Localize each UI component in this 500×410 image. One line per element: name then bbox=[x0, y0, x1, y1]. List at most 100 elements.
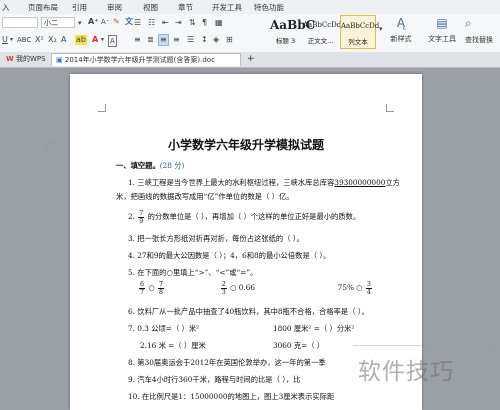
subscript-icon[interactable]: X₂ bbox=[48, 35, 57, 45]
question-5-items: 67 ○ 78 23 ○ 0.66 75% ○ 34 bbox=[138, 279, 373, 297]
menu-item-insert[interactable]: 入 bbox=[2, 2, 10, 13]
style-body-text[interactable]: AaBbCcDd 正文文... bbox=[303, 15, 341, 49]
align-right-icon[interactable]: ≡ bbox=[173, 35, 180, 45]
section-score: (28 分) bbox=[159, 161, 185, 170]
section-heading: 一、填空题。(28 分) bbox=[116, 161, 184, 171]
navigation-icon[interactable]: ▤ bbox=[44, 139, 52, 148]
menu-item-special-features[interactable]: 特色功能 bbox=[254, 2, 284, 13]
pinyin-icon[interactable]: 文 bbox=[125, 17, 133, 27]
highlight-icon[interactable]: ab bbox=[75, 35, 87, 45]
fraction-denominator: 9 bbox=[139, 217, 144, 225]
new-style-label: 新样式 bbox=[390, 35, 412, 43]
compare-circle: ○ bbox=[356, 283, 363, 292]
fraction-numerator: 7 bbox=[138, 209, 145, 218]
question-10: 10. 在比例尺是1：15000000的地图上，图上3厘米表示实际距 bbox=[128, 392, 335, 401]
watermark-divider bbox=[353, 345, 495, 346]
sort-icon[interactable]: ⇅ bbox=[189, 18, 196, 28]
question-7d: 3060 克=（ ） bbox=[273, 341, 325, 350]
navigation-dropdown-icon[interactable]: ▾ bbox=[54, 140, 57, 147]
question-1-line-2: 米，把画线的数据改写成用“亿”作单位的数是（ ）亿。 bbox=[116, 192, 294, 201]
question-2: 2. 79 的分数单位是（ ），再增加（ ）个这样的单位正好是最小的质数。 bbox=[128, 209, 360, 225]
style-sample: AaBbC bbox=[270, 18, 316, 32]
text-tools-label: 文字工具 bbox=[428, 35, 456, 43]
text-tools-button[interactable]: ▤ 文字工具 bbox=[424, 16, 460, 44]
style-caption: 标题 3 bbox=[275, 37, 296, 45]
fraction-numerator: 7 bbox=[158, 280, 165, 289]
new-style-button[interactable]: Ą 新样式 bbox=[386, 16, 416, 44]
bullets-icon[interactable]: ☰ bbox=[134, 18, 141, 28]
margin-mark bbox=[386, 104, 394, 112]
menu-item-section[interactable]: 章节 bbox=[178, 2, 193, 13]
style-list-text[interactable]: AaBbCcDd 列文本 bbox=[340, 15, 380, 49]
menu-item-references[interactable]: 引用 bbox=[72, 2, 87, 13]
strikethrough-icon[interactable]: ABC bbox=[17, 35, 31, 45]
align-center-icon[interactable]: ≣ bbox=[147, 35, 154, 45]
shrink-font-icon[interactable]: A⁻ bbox=[101, 17, 109, 27]
tab-label: 我的WPS bbox=[15, 55, 46, 63]
compare-item-3: 75% ○ 34 bbox=[338, 281, 373, 296]
new-tab-icon[interactable]: + bbox=[247, 54, 255, 64]
style-heading3[interactable]: AaBbC 标题 3 bbox=[270, 15, 316, 49]
decrease-indent-icon[interactable]: ⇤ bbox=[162, 18, 169, 28]
style-caption: 正文文... bbox=[307, 37, 334, 45]
menu-item-view[interactable]: 视图 bbox=[143, 2, 158, 13]
font-name-select[interactable] bbox=[2, 17, 38, 28]
font-effects-icon[interactable]: A bbox=[61, 35, 66, 45]
superscript-icon[interactable]: X² bbox=[35, 35, 44, 45]
compare-value: 0.66 bbox=[238, 283, 256, 292]
question-5: 5. 在下面的○里填上“>”、“<”或“=”。 bbox=[128, 268, 258, 277]
menu-item-developer-tools[interactable]: 开发工具 bbox=[212, 2, 242, 13]
fraction-denominator: 8 bbox=[159, 288, 164, 296]
font-size-select[interactable]: 小二 bbox=[41, 17, 75, 28]
tab-label: 2014年小学数学六年级升学测试题(含答案).doc bbox=[64, 56, 215, 64]
align-left-icon[interactable]: ≡ bbox=[134, 35, 141, 45]
q1-text-end: 立方 bbox=[385, 178, 400, 187]
question-7c: 2.16 米 =（ ）厘米 bbox=[140, 341, 206, 350]
grow-font-icon[interactable]: A⁺ bbox=[88, 17, 98, 27]
tab-document[interactable]: ▣ 2014年小学数学六年级升学测试题(含答案).doc bbox=[51, 53, 241, 66]
font-color-icon[interactable]: A bbox=[92, 35, 98, 45]
style-sample: AaBbCcDd bbox=[341, 22, 380, 30]
find-replace-button[interactable]: ⌕ 查找替换 bbox=[465, 16, 500, 45]
compare-item-2: 23 ○ 0.66 bbox=[220, 281, 258, 296]
wps-logo-icon: W bbox=[6, 55, 14, 63]
fraction-numerator: 6 bbox=[139, 280, 146, 289]
new-style-icon: Ą bbox=[396, 16, 406, 30]
menu-item-page-layout[interactable]: 页面布局 bbox=[28, 2, 58, 13]
question-7a: 7. 0.3 公顷=（ ）米² bbox=[128, 324, 200, 333]
line-spacing-icon[interactable]: ↕ bbox=[201, 35, 208, 45]
borders-icon[interactable]: ⊞ bbox=[226, 35, 233, 45]
q1-text: 1. 三峡工程是当今世界上最大的水利枢纽过程，三峡水库总库容 bbox=[128, 178, 335, 187]
menu-item-review[interactable]: 审阅 bbox=[107, 2, 122, 13]
underline-icon[interactable]: U bbox=[2, 35, 8, 45]
align-justify-icon[interactable]: ≡ bbox=[158, 34, 169, 46]
underline-dropdown-icon[interactable]: ▾ bbox=[10, 35, 13, 45]
compare-circle: ○ bbox=[148, 283, 155, 292]
tab-my-wps[interactable]: W 我的WPS bbox=[2, 53, 50, 66]
distributed-icon[interactable]: ☰ bbox=[187, 35, 194, 45]
compare-circle: ○ bbox=[230, 283, 237, 292]
styles-expand-icon[interactable]: ▾ bbox=[379, 24, 383, 34]
numbering-icon[interactable]: ☷ bbox=[148, 18, 155, 28]
fraction: 34 bbox=[365, 281, 372, 296]
fraction-denominator: 3 bbox=[221, 288, 226, 296]
table-icon[interactable]: ▦ bbox=[215, 18, 223, 28]
text-tools-icon: ▤ bbox=[436, 16, 448, 30]
fraction: 67 bbox=[139, 280, 146, 296]
section-heading-text: 一、填空题。 bbox=[116, 161, 160, 170]
question-8: 8. 第30届奥运会于2012年在英国伦敦举办，这一年的第一季 bbox=[128, 358, 326, 367]
font-size-dropdown-icon[interactable]: ▾ bbox=[78, 18, 82, 28]
compare-item-1: 67 ○ 78 bbox=[138, 280, 167, 296]
font-color-dropdown-icon[interactable]: ▾ bbox=[101, 35, 104, 45]
document-title: 小学数学六年级升学模拟试题 bbox=[167, 138, 324, 152]
watermark: 软件技巧 bbox=[358, 359, 454, 385]
show-marks-icon[interactable]: ¶ bbox=[202, 18, 207, 28]
fraction-denominator: 7 bbox=[140, 288, 145, 296]
clear-format-icon[interactable]: ✎ bbox=[113, 17, 120, 27]
fraction: 79 bbox=[138, 209, 145, 225]
question-6: 6. 饮料厂从一批产品中抽查了40瓶饮料，其中8瓶不合格，合格率是（ ）。 bbox=[128, 307, 369, 316]
char-border-icon[interactable]: A bbox=[108, 35, 117, 47]
shading-icon[interactable]: ◈ bbox=[213, 35, 219, 45]
increase-indent-icon[interactable]: ⇥ bbox=[175, 18, 182, 28]
margin-mark bbox=[98, 104, 106, 112]
